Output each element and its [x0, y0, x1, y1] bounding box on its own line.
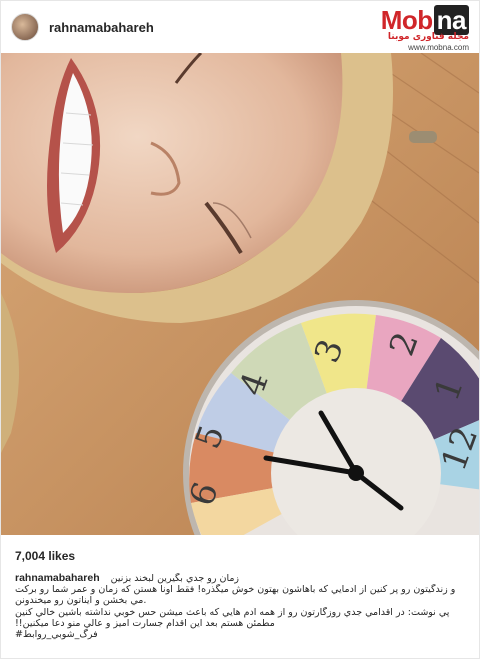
watermark-logo: Mob na مجله فناوری موبنا www.mobna.com: [353, 5, 473, 52]
post-caption: rahnamabahareh زمان رو جدي بگيرين لبخند …: [15, 573, 469, 640]
watermark-url: www.mobna.com: [408, 43, 469, 52]
caption-text-line: مي بخشن و آيناتون رو ميخندونن.: [15, 595, 147, 607]
watermark-tagline: مجله فناوری موبنا: [387, 32, 469, 42]
caption-text-line: زمان رو جدي بگيرين لبخند بزنين: [110, 573, 240, 584]
post-photo[interactable]: 3 4 5 6 2 1 12: [1, 53, 479, 535]
username-link[interactable]: rahnamabahareh: [49, 20, 154, 35]
caption-username[interactable]: rahnamabahareh: [15, 573, 100, 584]
avatar[interactable]: [11, 13, 39, 41]
caption-text-line: پي نوشت: در اقدامي جدي روزگارتون رو از ه…: [15, 606, 450, 618]
instagram-post: rahnamabahareh Mob na مجله فناوری موبنا w…: [0, 0, 480, 659]
caption-text-line: و زندگيتون رو پر كنين از آدمايي كه باهاش…: [15, 584, 456, 596]
selfie-with-clock-image: 3 4 5 6 2 1 12: [1, 53, 479, 535]
caption-text-line: !!مطمئن هستم بعد اين اقدام جسارت اميز و …: [15, 617, 275, 629]
likes-count[interactable]: 7,004 likes: [15, 549, 75, 563]
caption-first-line: rahnamabahareh زمان رو جدي بگيرين لبخند …: [15, 573, 469, 584]
caption-hashtag[interactable]: #فرگ_شوبي_روابط: [15, 629, 469, 640]
